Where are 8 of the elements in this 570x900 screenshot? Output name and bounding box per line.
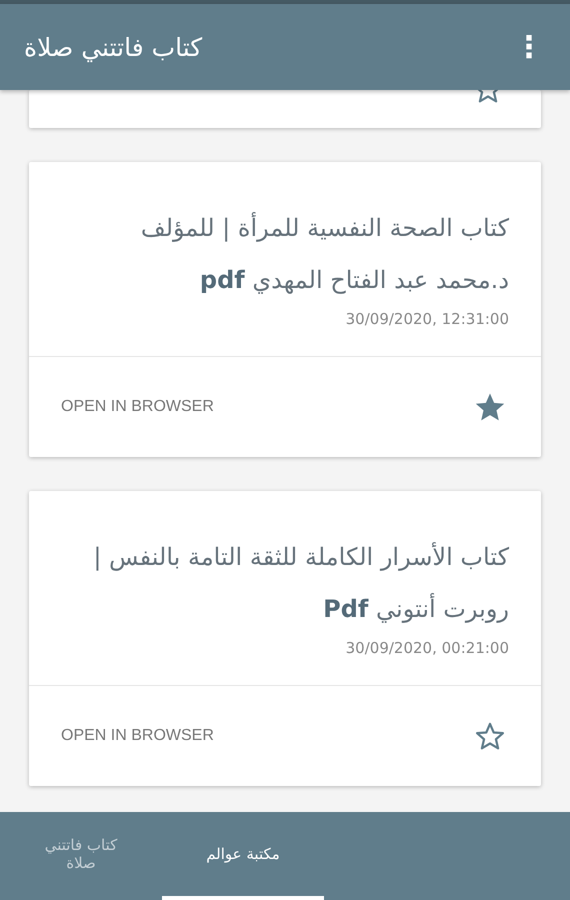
menu-button[interactable]: ⋮: [510, 30, 548, 64]
date-text: 30/09/2020, 12:31:00: [344, 310, 509, 328]
open-in-browser-button[interactable]: OPEN IN BROWSER: [61, 727, 214, 745]
app-title: كتاب فاتتني صلاة: [24, 32, 202, 62]
nav-tab[interactable]: كتاب فاتتني صلاة: [0, 812, 162, 900]
date-text: 30/09/2020, 00:21:00: [344, 639, 509, 657]
nav-tab[interactable]: مكتبة عوالم: [162, 812, 324, 900]
open-in-browser-button[interactable]: OPEN IN BROWSER: [61, 398, 214, 416]
